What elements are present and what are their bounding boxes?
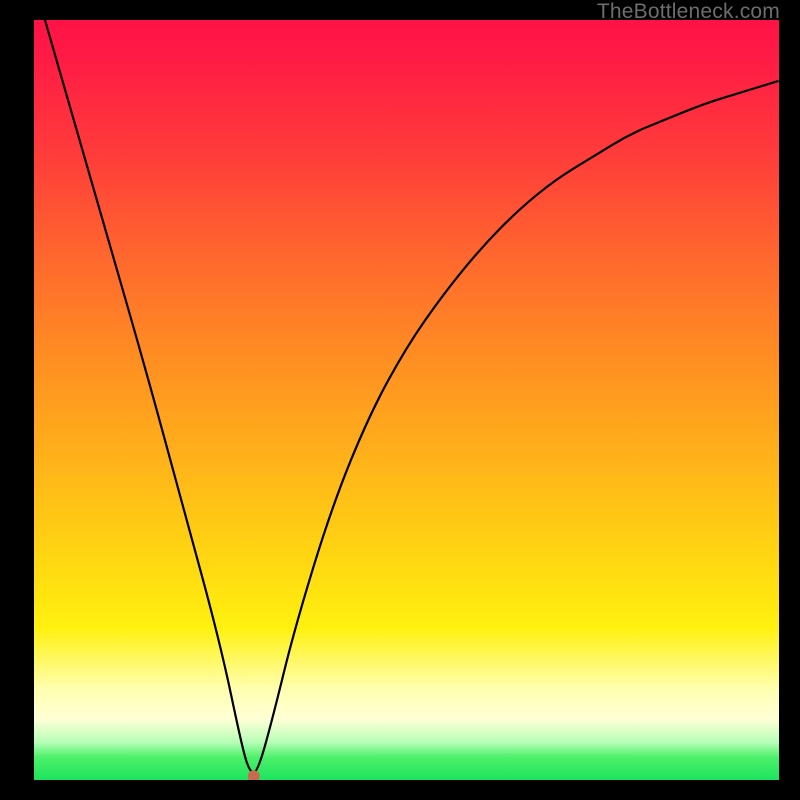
curve-svg <box>34 20 779 780</box>
optimum-marker <box>248 770 260 780</box>
watermark-text: TheBottleneck.com <box>597 0 780 24</box>
plot-area <box>34 20 779 780</box>
bottleneck-curve <box>34 20 779 772</box>
chart-frame: TheBottleneck.com <box>0 0 800 800</box>
